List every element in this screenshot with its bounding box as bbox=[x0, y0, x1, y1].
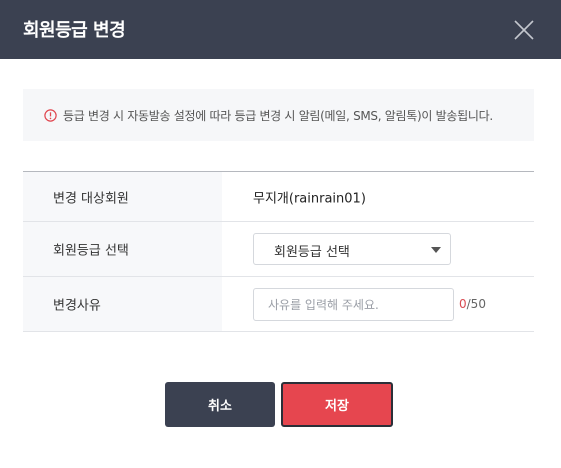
modal-title: 회원등급 변경 bbox=[23, 20, 126, 41]
reason-char-max: /50 bbox=[466, 297, 486, 311]
notice-box: 등급 변경 시 자동발송 설정에 따라 등급 변경 시 알림(메일, SMS, … bbox=[23, 89, 534, 141]
grade-select-label: 회원등급 선택 bbox=[53, 243, 129, 259]
grade-select-row: 회원등급 선택 회원등급 선택 bbox=[23, 222, 534, 277]
grade-change-modal: 회원등급 변경 등급 변경 시 자동발송 설정에 따라 등급 변경 시 알림(메… bbox=[0, 0, 561, 468]
reason-char-counter: 0/50 bbox=[459, 297, 486, 311]
info-circle-icon bbox=[44, 109, 57, 122]
label-cell: 회원등급 선택 bbox=[23, 222, 222, 276]
label-cell: 변경 대상회원 bbox=[23, 172, 222, 221]
notice-text: 등급 변경 시 자동발송 설정에 따라 등급 변경 시 알림(메일, SMS, … bbox=[63, 109, 493, 123]
reason-label: 변경사유 bbox=[53, 298, 101, 314]
save-button[interactable]: 저장 bbox=[281, 382, 393, 427]
close-icon bbox=[514, 20, 534, 40]
close-button[interactable] bbox=[512, 18, 536, 42]
label-cell: 변경사유 bbox=[23, 277, 222, 331]
grade-select-value: 회원등급 선택 bbox=[274, 245, 350, 260]
target-member-value: 무지개(rainrain01) bbox=[253, 191, 366, 206]
modal-header: 회원등급 변경 bbox=[0, 0, 561, 59]
grade-select[interactable]: 회원등급 선택 bbox=[253, 233, 451, 265]
grade-form: 변경 대상회원 무지개(rainrain01) 회원등급 선택 회원등급 선택 … bbox=[23, 171, 534, 332]
caret-down-icon bbox=[431, 247, 441, 253]
reason-char-count: 0 bbox=[459, 297, 467, 311]
cancel-button[interactable]: 취소 bbox=[165, 382, 275, 427]
reason-row: 변경사유 0/50 bbox=[23, 277, 534, 332]
target-member-row: 변경 대상회원 무지개(rainrain01) bbox=[23, 172, 534, 222]
reason-input[interactable] bbox=[253, 288, 454, 321]
target-member-label: 변경 대상회원 bbox=[53, 191, 129, 206]
